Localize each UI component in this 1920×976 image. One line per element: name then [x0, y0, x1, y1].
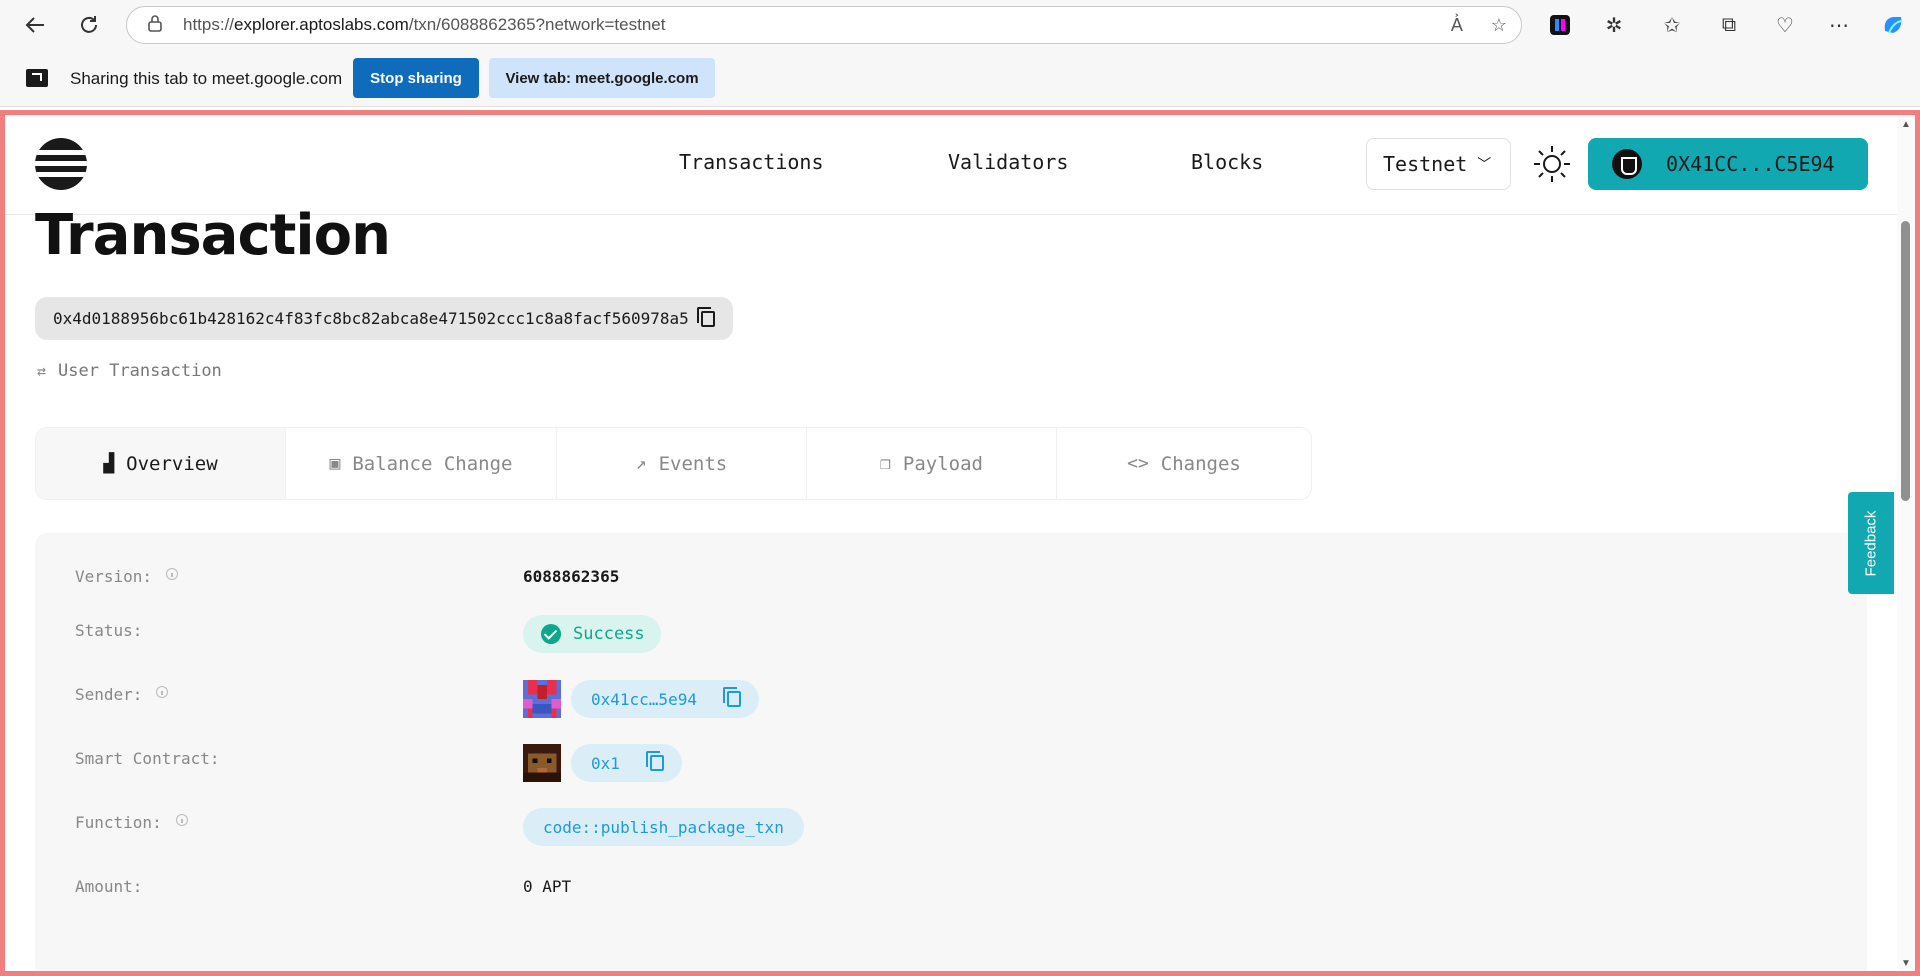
amount-value: 0 APT	[523, 877, 572, 896]
shared-tab-frame: Transactions Validators Blocks Testnet ﹀…	[0, 110, 1920, 976]
tab-changes[interactable]: <> Changes	[1057, 428, 1311, 499]
sharing-message: Sharing this tab to meet.google.com	[70, 69, 343, 88]
scroll-up-icon[interactable]: ▲	[1901, 119, 1911, 130]
info-icon[interactable]	[166, 567, 179, 580]
tab-overview[interactable]: ▟ Overview	[36, 428, 286, 499]
wallet-button[interactable]: 0X41CC...C5E94	[1588, 138, 1868, 190]
copy-icon[interactable]	[696, 306, 715, 327]
info-icon[interactable]	[175, 813, 188, 826]
status-value: Success	[573, 624, 645, 644]
smart-contract-link[interactable]: 0x1	[571, 744, 682, 782]
swap-icon: ⇄	[37, 362, 47, 380]
page-scrollbar[interactable]: ▲ ▼	[1897, 115, 1915, 971]
nav-validators[interactable]: Validators	[948, 150, 1068, 174]
browser-essentials-icon[interactable]: ♡	[1772, 12, 1798, 38]
function-label: Function:	[75, 813, 188, 832]
network-select[interactable]: Testnet ﹀	[1366, 138, 1511, 190]
feedback-tab[interactable]: Feedback	[1848, 492, 1894, 594]
hash-text: 0x4d0188956bc61b428162c4f83fc8bc82abca8e…	[53, 309, 689, 328]
url-text: https://explorer.aptoslabs.com/txn/60888…	[183, 15, 666, 34]
contract-avatar	[523, 744, 561, 782]
tab-label: Payload	[902, 452, 983, 475]
scroll-down-icon[interactable]: ▼	[1901, 958, 1911, 969]
tab-balance-change[interactable]: ▣ Balance Change	[286, 428, 557, 499]
view-tab-button[interactable]: View tab: meet.google.com	[489, 58, 715, 98]
transaction-tabs: ▟ Overview ▣ Balance Change ↗ Events ❐ P…	[35, 427, 1312, 500]
tab-label: Events	[658, 452, 728, 475]
address-bar[interactable]: https://explorer.aptoslabs.com/txn/60888…	[126, 6, 1522, 44]
nav-transactions[interactable]: Transactions	[679, 150, 824, 174]
network-value: Testnet	[1383, 152, 1468, 176]
favorites-icon[interactable]: ✩	[1659, 12, 1685, 38]
function-badge[interactable]: code::publish_package_txn	[523, 808, 804, 846]
page-title: Transaction	[35, 203, 391, 268]
stop-sharing-button[interactable]: Stop sharing	[353, 58, 479, 98]
check-circle-icon	[541, 624, 561, 644]
extensions-puzzle-icon[interactable]: ✲	[1601, 12, 1627, 38]
wallet-icon: ▣	[329, 453, 341, 474]
sun-icon[interactable]	[1531, 143, 1573, 185]
wallet-avatar-icon	[1612, 149, 1642, 179]
refresh-icon[interactable]	[72, 8, 106, 42]
tab-label: Overview	[126, 452, 218, 475]
lock-icon	[147, 14, 167, 37]
sender-address-link[interactable]: 0x41cc…5e94	[571, 680, 759, 718]
sender-label: Sender:	[75, 685, 169, 704]
copy-icon[interactable]	[645, 751, 664, 771]
tab-payload[interactable]: ❐ Payload	[807, 428, 1057, 499]
collections-icon[interactable]: ⧉	[1716, 12, 1742, 38]
screen-share-icon	[26, 69, 48, 87]
copy-icon: ❐	[880, 453, 891, 474]
code-icon: <>	[1127, 453, 1149, 474]
status-badge: Success	[523, 615, 661, 653]
favorite-star-icon[interactable]: ☆	[1491, 15, 1507, 36]
events-icon: ↗	[635, 453, 647, 474]
tab-events[interactable]: ↗ Events	[557, 428, 807, 499]
overview-card: Version: 6088862365 Status: Success Send…	[35, 533, 1867, 971]
read-aloud-icon[interactable]: A͐	[1451, 15, 1463, 36]
tab-label: Changes	[1160, 452, 1241, 475]
copilot-icon[interactable]	[1880, 12, 1906, 38]
version-label: Version:	[75, 567, 179, 586]
more-menu-icon[interactable]: ⋯	[1826, 12, 1852, 38]
app-header: Transactions Validators Blocks Testnet ﹀…	[5, 115, 1905, 215]
back-icon[interactable]	[18, 8, 52, 42]
aptos-logo[interactable]	[35, 138, 87, 190]
extension-icon[interactable]	[1547, 12, 1573, 38]
transaction-type: ⇄ User Transaction	[37, 361, 222, 381]
scrollbar-thumb[interactable]	[1901, 221, 1910, 501]
chevron-down-icon: ﹀	[1477, 157, 1492, 173]
amount-label: Amount:	[75, 877, 143, 896]
wallet-address: 0X41CC...C5E94	[1666, 152, 1835, 176]
status-label: Status:	[75, 621, 143, 640]
tab-sharing-bar: Sharing this tab to meet.google.com Stop…	[0, 50, 1920, 107]
feedback-label: Feedback	[1862, 510, 1880, 576]
nav-blocks[interactable]: Blocks	[1191, 150, 1263, 174]
tab-label: Balance Change	[352, 452, 513, 475]
browser-toolbar: https://explorer.aptoslabs.com/txn/60888…	[0, 0, 1920, 50]
transaction-type-label: User Transaction	[58, 361, 222, 381]
info-icon[interactable]	[156, 685, 169, 698]
copy-icon[interactable]	[722, 687, 741, 707]
smart-contract-label: Smart Contract:	[75, 749, 220, 768]
sender-avatar	[523, 680, 561, 718]
bar-chart-icon: ▟	[103, 453, 115, 474]
transaction-hash: 0x4d0188956bc61b428162c4f83fc8bc82abca8e…	[35, 297, 733, 340]
version-value: 6088862365	[523, 567, 620, 586]
